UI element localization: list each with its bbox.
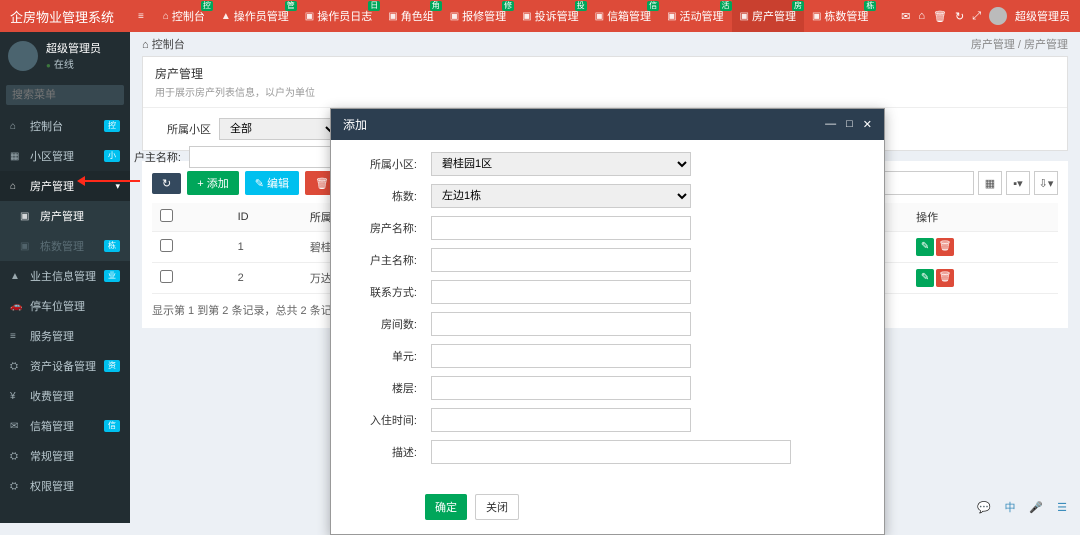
row-del-icon[interactable]: 🗑 — [936, 269, 954, 287]
sidebar-status: 在线 — [46, 56, 101, 71]
sidebar-item[interactable]: ≡服务管理 — [0, 321, 130, 351]
filter-xq-label: 所属小区 — [155, 121, 211, 137]
m-xq-select[interactable]: 碧桂园1区 — [431, 152, 691, 176]
sidebar-search-input[interactable] — [6, 85, 124, 105]
sidebar-item[interactable]: ⌂控制台控 — [0, 111, 130, 141]
topnav-item[interactable]: ▣报修管理修 — [442, 0, 514, 32]
chat-icon[interactable]: 💬 — [974, 497, 994, 517]
m-ms-input[interactable] — [431, 440, 791, 464]
panel-subtitle: 用于展示房产列表信息，以户为单位 — [155, 84, 1055, 99]
sidebar-username: 超级管理员 — [46, 40, 101, 56]
breadcrumb-right: 房产管理 / 房产管理 — [971, 36, 1068, 52]
m-ds-select[interactable]: 左边1栋 — [431, 184, 691, 208]
msg-icon[interactable]: ✉ — [901, 10, 910, 23]
modal-ok-button[interactable]: 确定 — [425, 494, 467, 520]
row-check[interactable] — [160, 239, 173, 252]
m-rzsj-label: 入住时间: — [351, 412, 431, 428]
refresh-icon[interactable]: ↻ — [955, 10, 964, 23]
trash-icon[interactable]: 🗑 — [933, 10, 947, 23]
m-lxfs-input[interactable] — [431, 280, 691, 304]
th: 操作 — [908, 203, 1058, 232]
lang-icon[interactable]: 中 — [1000, 497, 1020, 517]
panel-title: 房产管理 — [155, 65, 1055, 82]
help-icon[interactable]: ☰ — [1052, 497, 1072, 517]
sidebar-item[interactable]: ⌂房产管理▾ — [0, 171, 130, 201]
sidebar-item[interactable]: ⛭权限管理 — [0, 471, 130, 501]
th — [152, 203, 230, 232]
topnav-item[interactable]: ≡ — [130, 0, 155, 32]
topnav-item[interactable]: ▣栋数管理栋 — [804, 0, 876, 32]
sidebar-avatar — [8, 41, 38, 71]
check-all[interactable] — [160, 209, 173, 222]
avatar[interactable] — [989, 7, 1007, 25]
modal-max-icon[interactable]: □ — [846, 118, 853, 131]
sound-icon[interactable]: 🎤 — [1026, 497, 1046, 517]
filter-xq-select[interactable]: 全部 — [219, 118, 339, 140]
m-hzmc-label: 户主名称: — [351, 252, 431, 268]
view-icon[interactable]: ▪▾ — [1006, 171, 1030, 195]
top-user-name[interactable]: 超级管理员 — [1015, 8, 1070, 24]
m-xq-label: 所属小区: — [351, 156, 431, 172]
edit-button[interactable]: ✎ 编辑 — [245, 171, 299, 195]
topnav-item[interactable]: ▣操作员日志日 — [297, 0, 380, 32]
expand-icon[interactable]: ⤢ — [972, 10, 981, 23]
filter-hz-label: 户主名称: — [130, 149, 181, 165]
sidebar-item[interactable]: 🚗停车位管理 — [0, 291, 130, 321]
topnav-item[interactable]: ▲操作员管理管 — [213, 0, 297, 32]
topnav-item[interactable]: ▣角色组角 — [380, 0, 441, 32]
modal-close-icon[interactable]: ✕ — [863, 118, 872, 131]
row-check[interactable] — [160, 270, 173, 283]
topnav-item[interactable]: ▣投诉管理投 — [514, 0, 586, 32]
row-del-icon[interactable]: 🗑 — [936, 238, 954, 256]
m-fjs-label: 房间数: — [351, 316, 431, 332]
topnav-item[interactable]: ▣活动管理活 — [659, 0, 731, 32]
sidebar-item[interactable]: ¥收费管理 — [0, 381, 130, 411]
columns-icon[interactable]: ▦ — [978, 171, 1002, 195]
modal-title: 添加 — [343, 116, 825, 133]
row-edit-icon[interactable]: ✎ — [916, 238, 934, 256]
m-fcmc-input[interactable] — [431, 216, 691, 240]
m-ms-label: 描述: — [351, 444, 431, 460]
m-rzsj-input[interactable] — [431, 408, 691, 432]
sidebar-item[interactable]: ✉信箱管理信 — [0, 411, 130, 441]
top-nav: ≡⌂控制台控▲操作员管理管▣操作员日志日▣角色组角▣报修管理修▣投诉管理投▣信箱… — [130, 0, 901, 32]
m-lxfs-label: 联系方式: — [351, 284, 431, 300]
m-lc-input[interactable] — [431, 376, 691, 400]
refresh-button[interactable]: ↻ — [152, 173, 181, 194]
th: ID — [230, 203, 302, 232]
topnav-item[interactable]: ▣房产管理房 — [732, 0, 804, 32]
m-fjs-input[interactable] — [431, 312, 691, 336]
sidebar-item[interactable]: ⛭常规管理 — [0, 441, 130, 471]
sidebar-item[interactable]: ▣栋数管理栋 — [0, 231, 130, 261]
home-icon[interactable]: ⌂ — [918, 10, 925, 22]
topnav-item[interactable]: ⌂控制台控 — [155, 0, 213, 32]
filter-hz-input[interactable] — [189, 146, 345, 168]
export-icon[interactable]: ⇩▾ — [1034, 171, 1058, 195]
add-modal: 添加 — □ ✕ 所属小区:碧桂园1区 栋数:左边1栋 房产名称: 户主名称: … — [330, 108, 885, 535]
m-lc-label: 楼层: — [351, 380, 431, 396]
sidebar: 超级管理员 在线 ⌂控制台控▦小区管理小⌂房产管理▾▣房产管理▣栋数管理栋▲业主… — [0, 32, 130, 523]
row-edit-icon[interactable]: ✎ — [916, 269, 934, 287]
breadcrumb-left[interactable]: ⌂ 控制台 — [142, 36, 185, 52]
m-hzmc-input[interactable] — [431, 248, 691, 272]
m-dy-input[interactable] — [431, 344, 691, 368]
arrow-annotation — [80, 180, 140, 182]
brand: 企房物业管理系统 — [0, 0, 130, 32]
sidebar-item[interactable]: ▦小区管理小 — [0, 141, 130, 171]
m-dy-label: 单元: — [351, 348, 431, 364]
sidebar-item[interactable]: ▲业主信息管理业 — [0, 261, 130, 291]
add-button[interactable]: + 添加 — [187, 171, 238, 195]
m-ds-label: 栋数: — [351, 188, 431, 204]
sidebar-item[interactable]: ▣房产管理 — [0, 201, 130, 231]
topnav-item[interactable]: ▣信箱管理信 — [587, 0, 659, 32]
sidebar-item[interactable]: ⛭资产设备管理资 — [0, 351, 130, 381]
modal-min-icon[interactable]: — — [825, 118, 836, 131]
modal-cancel-button[interactable]: 关闭 — [475, 494, 519, 520]
m-fcmc-label: 房产名称: — [351, 220, 431, 236]
